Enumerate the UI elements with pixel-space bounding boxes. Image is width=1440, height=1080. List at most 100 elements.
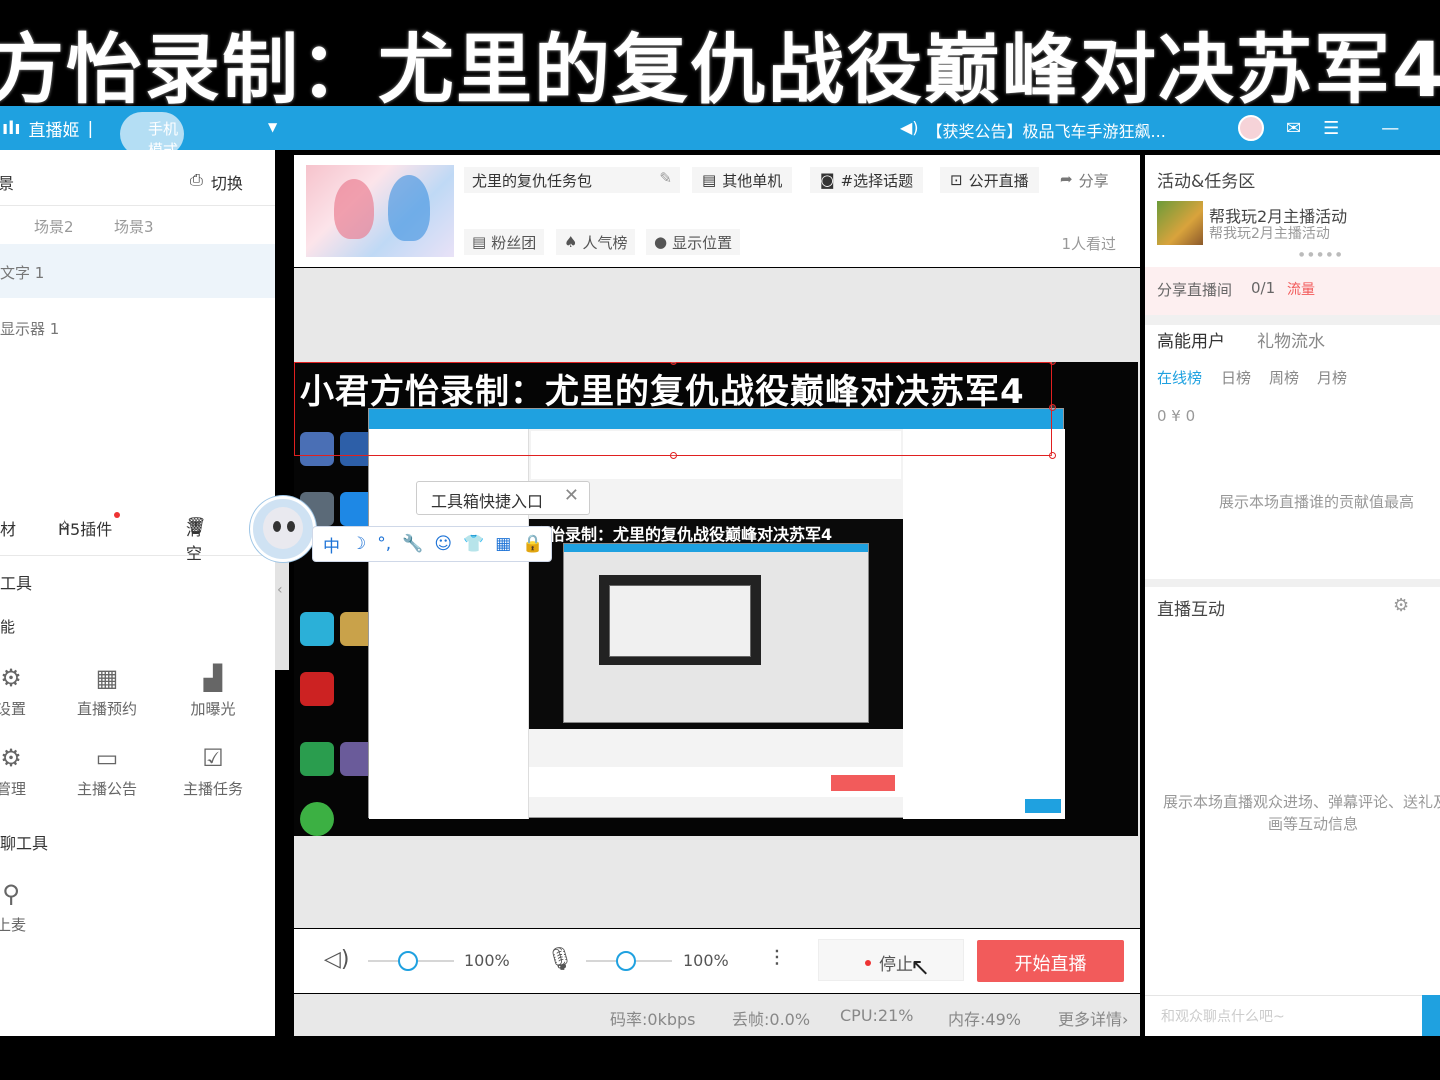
visibility-chip[interactable]: ⊡ 公开直播 <box>940 167 1039 193</box>
mascot-face-icon <box>263 507 303 549</box>
tab-scene-2[interactable]: 场景2 <box>34 216 74 237</box>
grid-icon[interactable]: ▦ <box>495 534 511 554</box>
mic-volume-slider[interactable] <box>586 951 672 971</box>
boost-exposure-button[interactable]: ▟ 加曝光 <box>168 664 258 719</box>
room-title-field[interactable]: 尤里的复仇任务包 ✎ <box>464 167 680 193</box>
settings-icon[interactable]: ⚙ <box>1393 595 1409 616</box>
mascot-eye <box>273 521 281 532</box>
fans-chip[interactable]: ▤ 粉丝团 <box>464 229 545 255</box>
share-task-label: 分享直播间 <box>1157 281 1233 299</box>
punctuation-icon[interactable]: °, <box>377 534 391 554</box>
rank-empty-hint: 展示本场直播谁的贡献值最高 <box>1219 493 1415 511</box>
source-item-display[interactable]: 显示器 1 <box>0 318 275 339</box>
speaker-icon[interactable]: ◁) <box>324 947 350 972</box>
room-title-text: 尤里的复仇任务包 <box>472 172 593 190</box>
room-cover[interactable] <box>306 165 454 257</box>
resize-handle[interactable] <box>670 452 677 459</box>
h5-plugin-button[interactable]: ✧ H5插件 <box>58 512 121 539</box>
mode-switch[interactable]: 手机模式 ▼ <box>120 112 277 159</box>
switch-button[interactable]: ⎙ 切换 <box>190 170 243 194</box>
announcement[interactable]: ◀) 【获奖公告】极品飞车手游狂飙... <box>900 118 1166 142</box>
tab-scene-3[interactable]: 场景3 <box>114 216 154 237</box>
nested-app-window: 方怡录制：尤里的复仇战役巅峰对决苏军4 <box>368 408 1065 819</box>
activity-subtitle: 帮我玩2月主播活动 <box>1209 226 1330 242</box>
grid-label: 主播任务 <box>182 780 243 798</box>
ime-chinese-icon[interactable]: 中 <box>323 532 340 557</box>
minimize-icon[interactable]: — <box>1381 118 1399 139</box>
settings-button[interactable]: ⚙ 设置 <box>0 664 56 719</box>
emoji-icon[interactable]: ☺ <box>434 534 452 554</box>
brand: ılı 直播姬 | <box>0 116 93 141</box>
mic-join-button[interactable]: ⚲ 上麦 <box>0 880 56 935</box>
room-info-card: 尤里的复仇任务包 ✎ ▤ 其他单机 ◙ #选择话题 ⊡ 公开直播 ➦ 分享 ▤ 粉丝团 ♠… <box>294 155 1140 267</box>
live-schedule-button[interactable]: ▦ 直播预约 <box>62 664 152 719</box>
topic-icon: ◙ <box>820 171 835 189</box>
switch-icon: ⎙ <box>190 170 203 189</box>
tab-weekly-rank[interactable]: 周榜 <box>1269 367 1299 388</box>
app-icon <box>300 802 334 836</box>
more-details-link[interactable]: 更多详情› <box>1058 1006 1128 1030</box>
share-button[interactable]: ➦ 分享 <box>1060 170 1109 191</box>
slider-knob[interactable] <box>616 951 636 971</box>
close-icon[interactable]: ✕ <box>564 485 579 506</box>
speaker-volume-slider[interactable] <box>368 951 454 971</box>
audio-controls: ◁) 100% 🎙 100% ⫶ 停止 开始直播 <box>294 929 1140 993</box>
toolbox-fab[interactable] <box>250 496 316 562</box>
topic-label: #选择话题 <box>840 171 914 190</box>
start-live-button[interactable]: 开始直播 <box>977 940 1124 982</box>
mail-icon[interactable]: ✉ <box>1286 118 1301 139</box>
category-chip[interactable]: ▤ 其他单机 <box>692 167 793 193</box>
grid-label: 直播预约 <box>76 700 137 718</box>
activity-thumbnail[interactable] <box>1157 201 1203 245</box>
share-label: 分享 <box>1078 172 1109 190</box>
wrench-icon[interactable]: 🔧 <box>402 534 423 554</box>
stop-label: 停止 <box>879 955 913 975</box>
badge-dot <box>114 512 121 518</box>
menu-icon[interactable]: ☰ <box>1323 118 1339 139</box>
anchor-notice-button[interactable]: ▭ 主播公告 <box>62 744 152 799</box>
tab-daily-rank[interactable]: 日榜 <box>1221 367 1251 388</box>
resize-handle[interactable] <box>1049 362 1056 365</box>
category-icon: ▤ <box>702 171 717 189</box>
moon-icon[interactable]: ☽ <box>351 534 366 554</box>
topic-chip[interactable]: ◙ #选择话题 <box>810 167 924 193</box>
slider-knob[interactable] <box>398 951 418 971</box>
send-button[interactable] <box>1422 995 1440 1036</box>
grid-label: 管理 <box>0 780 26 798</box>
tab-monthly-rank[interactable]: 月榜 <box>1317 367 1347 388</box>
resize-handle[interactable] <box>1049 404 1056 411</box>
app-name: 直播姬 <box>28 121 80 141</box>
share-task-row[interactable]: 分享直播间 0/1 流量 <box>1145 267 1440 315</box>
stop-button[interactable]: 停止 <box>818 939 964 981</box>
category-label: 其他单机 <box>722 171 783 190</box>
resize-handle[interactable] <box>1049 452 1056 459</box>
tooltip-text: 工具箱快捷入口 <box>431 492 544 511</box>
tab-high-energy-users[interactable]: 高能用户 <box>1157 327 1225 352</box>
tab-online-rank[interactable]: 在线榜 <box>1157 367 1202 388</box>
chevron-down-icon[interactable]: ▼ <box>268 120 277 134</box>
source-item-text[interactable]: 文字 1 <box>0 244 275 298</box>
manage-button[interactable]: ⚙ 管理 <box>0 744 56 799</box>
calendar-icon: ▦ <box>95 664 119 692</box>
watchers-count: 1人看过 <box>1061 235 1116 253</box>
lock-icon[interactable]: 🔒 <box>522 534 543 554</box>
popularity-chip[interactable]: ♠ 人气榜 <box>556 229 636 255</box>
nested-controls <box>529 767 903 797</box>
skin-icon[interactable]: 👕 <box>463 534 484 554</box>
selection-box[interactable] <box>294 362 1052 456</box>
carousel-dots[interactable]: ●●●●● <box>1299 251 1345 258</box>
mixer-icon[interactable]: ⫶ <box>774 947 780 972</box>
location-chip[interactable]: ● 显示位置 <box>646 229 741 255</box>
scene-header-label: 景 <box>0 174 15 193</box>
microphone-icon[interactable]: 🎙 <box>546 947 574 972</box>
divider: | <box>87 118 94 139</box>
anchor-task-button[interactable]: ☑ 主播任务 <box>168 744 258 799</box>
popularity-label: 人气榜 <box>582 233 628 252</box>
desktop-icons <box>296 422 374 836</box>
tab-gift-flow[interactable]: 礼物流水 <box>1257 327 1325 352</box>
avatar[interactable] <box>1238 115 1264 141</box>
chat-input[interactable]: 和观众聊点什么吧~ <box>1145 995 1440 1036</box>
edit-icon[interactable]: ✎ <box>659 169 672 187</box>
bottom-border <box>0 1036 1440 1080</box>
stream-preview[interactable]: 方怡录制：尤里的复仇战役巅峰对决苏军4 小君方怡录制：尤里的复仇战役巅峰对决苏军… <box>294 362 1138 836</box>
